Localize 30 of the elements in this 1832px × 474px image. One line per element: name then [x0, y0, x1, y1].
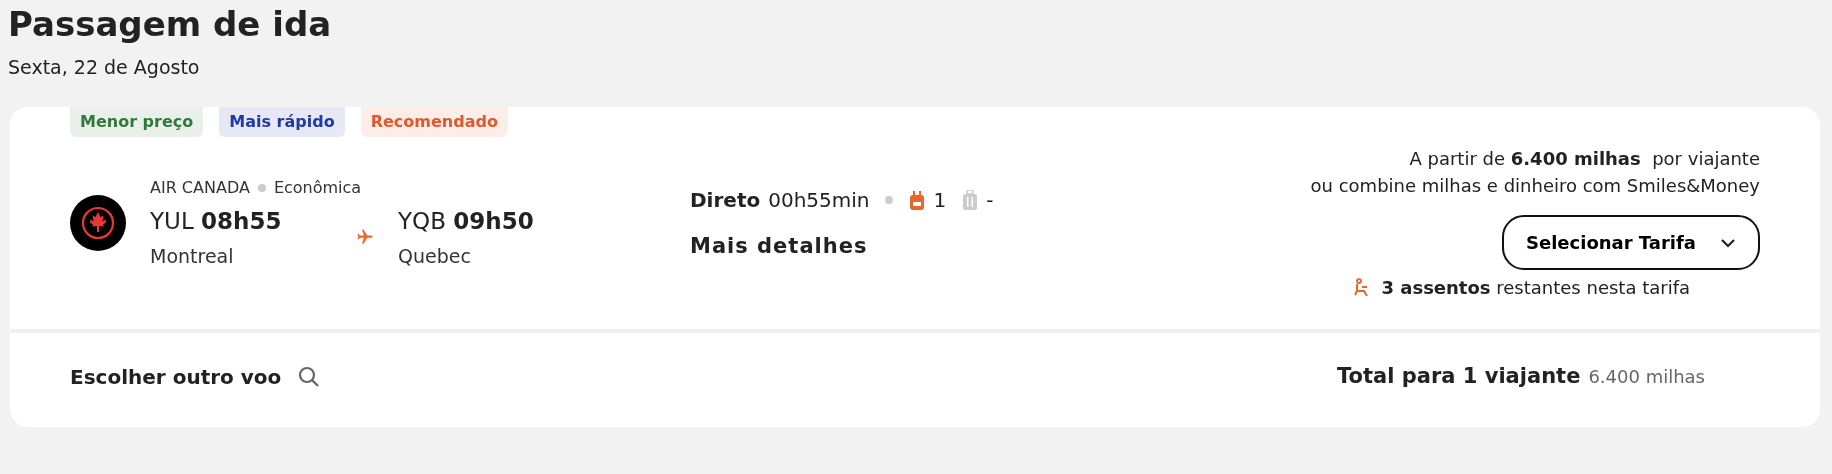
tag-label: Menor preço — [70, 107, 204, 138]
chevron-down-icon — [1720, 237, 1736, 248]
departure-time: YUL 08h55 — [150, 207, 282, 234]
duration-text: 00h55min — [768, 186, 870, 214]
departure-city: Montreal — [150, 244, 235, 270]
airplane-icon — [356, 228, 374, 247]
airline-logo — [70, 195, 126, 252]
separator-dot-icon — [257, 183, 266, 192]
date-text: Sexta, 22 de Agosto — [8, 54, 201, 80]
combine-text: ou combine milhas e dinheiro com Smiles&Money — [1310, 174, 1760, 199]
choose-other-flight-link[interactable]: Escolher outro voo — [70, 362, 322, 393]
tag-label: Recomendado — [360, 107, 508, 138]
price-text: A partir de 6.400 milhas por viajante — [1409, 147, 1760, 172]
select-fare-button[interactable]: Selecionar Tarifa — [1502, 215, 1760, 271]
arrival-time: YQB 09h50 — [398, 207, 534, 234]
seats-text: 3 assentos restantes nesta tarifa — [1381, 276, 1690, 301]
page-title: Passagem de ida — [8, 4, 333, 45]
carry-on-count: 1 — [933, 186, 947, 214]
separator-dot-icon — [885, 195, 894, 204]
checked-bag-count: - — [986, 186, 994, 214]
details-link[interactable]: Mais detalhes — [690, 230, 868, 263]
total-label: Total para 1 viajante — [1337, 363, 1581, 391]
airline-name: AIR CANADA — [150, 176, 250, 199]
total-value: 6.400 milhas — [1588, 365, 1705, 390]
arrival-city: Quebec — [398, 244, 472, 270]
stops-text: Direto — [690, 186, 761, 214]
suitcase-icon — [962, 189, 979, 210]
tag-label: Mais rápido — [219, 107, 345, 138]
backpack-icon — [909, 189, 926, 210]
cabin-class: Econômica — [273, 176, 362, 199]
